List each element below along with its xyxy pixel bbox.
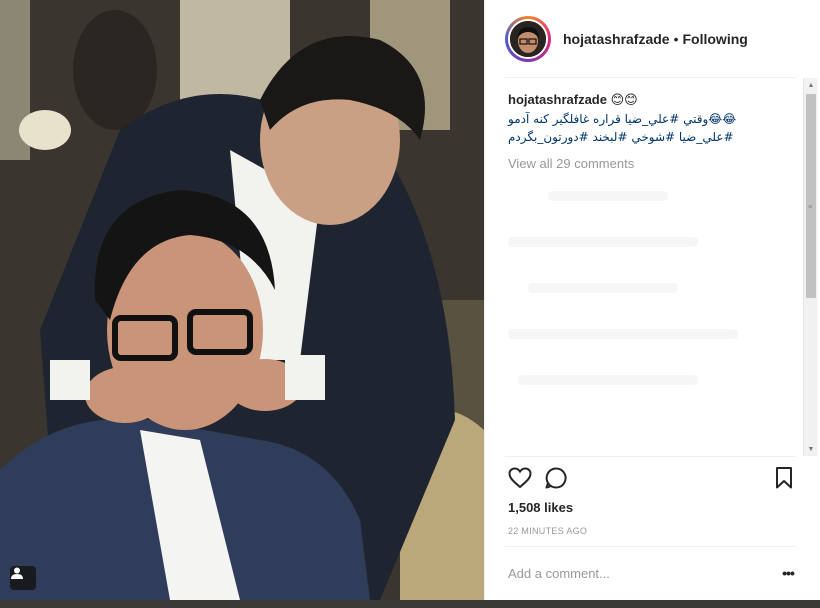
caption-author-line: hojatashrafzade 😊😊 xyxy=(508,92,797,108)
photo-illustration xyxy=(0,0,484,600)
scroll-up-arrow-icon[interactable]: ▲ xyxy=(804,78,818,92)
scrollbar-grip-icon: ≡ xyxy=(808,204,813,211)
user-tag-button[interactable] xyxy=(10,566,36,590)
post-photo[interactable] xyxy=(0,0,484,600)
caption-line-2[interactable]: #علي_ضيا #شوخي #لبخند #دورتون_بگردم xyxy=(508,128,797,146)
view-all-comments-link[interactable]: View all 29 comments xyxy=(508,156,797,171)
more-options-button[interactable]: ••• xyxy=(778,565,798,581)
header-separator: • xyxy=(673,31,679,47)
following-button[interactable]: Following xyxy=(683,31,748,47)
avatar-image xyxy=(510,21,546,57)
caption-username[interactable]: hojatashrafzade xyxy=(508,92,607,107)
comment-button[interactable] xyxy=(543,465,569,491)
user-tag-icon xyxy=(11,567,23,579)
avatar-story-ring[interactable] xyxy=(505,16,551,62)
actions-divider xyxy=(505,456,796,457)
caption-text: 😂😂وقتي #علي_ضيا قراره غافلگير كنه آدمو #… xyxy=(508,110,797,146)
comments-scrollbar[interactable]: ▲ ≡ ▼ xyxy=(803,78,817,456)
page-bottom-strip xyxy=(0,600,820,608)
faded-comments-placeholder xyxy=(508,191,797,385)
caption-emoji: 😊😊 xyxy=(610,92,638,107)
post-actions-bar xyxy=(507,465,799,493)
scroll-down-arrow-icon[interactable]: ▼ xyxy=(804,442,818,456)
comment-divider xyxy=(505,546,796,547)
comments-section[interactable]: hojatashrafzade 😊😊 😂😂وقتي #علي_ضيا قراره… xyxy=(485,78,820,456)
comment-icon xyxy=(545,467,567,489)
save-button[interactable] xyxy=(771,465,797,491)
post-username[interactable]: hojatashrafzade xyxy=(563,31,670,47)
like-button[interactable] xyxy=(507,465,533,491)
scrollbar-thumb[interactable]: ≡ xyxy=(806,94,816,298)
likes-count[interactable]: 1,508 likes xyxy=(508,500,573,515)
bookmark-icon xyxy=(776,467,792,489)
add-comment-row: ••• xyxy=(508,560,798,586)
add-comment-input[interactable] xyxy=(508,565,778,581)
post-side-panel: hojatashrafzade • Following hojatashrafz… xyxy=(484,0,820,600)
heart-icon xyxy=(508,467,532,489)
post-timestamp[interactable]: 22 MINUTES AGO xyxy=(508,526,587,536)
caption-line-1[interactable]: 😂😂وقتي #علي_ضيا قراره غافلگير كنه آدمو xyxy=(508,110,797,128)
post-header: hojatashrafzade • Following xyxy=(485,0,820,78)
avatar[interactable] xyxy=(508,19,548,59)
